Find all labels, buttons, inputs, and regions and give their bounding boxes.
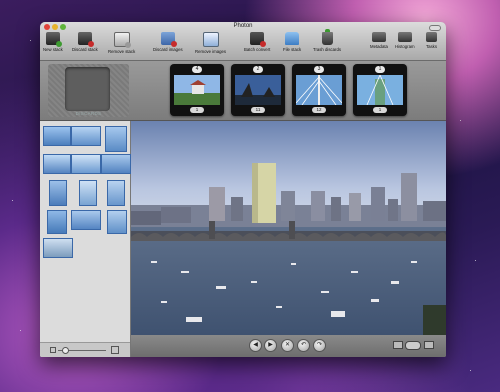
new-stack-button[interactable]: New stack: [43, 32, 63, 58]
file-stack-icon: [285, 32, 300, 45]
image-thumbnail[interactable]: [107, 210, 127, 234]
discard-image-button[interactable]: ✕: [281, 339, 294, 352]
stack-filmstrip: DISCARDS 4 1 2 11 3 12 1 1: [40, 61, 446, 121]
batch-convert-button[interactable]: Batch convert: [244, 32, 270, 58]
image-thumbnail[interactable]: [71, 126, 101, 146]
image-thumbnail[interactable]: [49, 180, 67, 206]
stack-number: 3: [314, 66, 324, 73]
metadata-icon: [371, 32, 386, 42]
rotate-right-button[interactable]: ↷: [313, 339, 326, 352]
trash-discards-button[interactable]: Trash discards: [313, 29, 341, 58]
photon-window: Photon New stack Discard stack Remove st…: [40, 22, 446, 357]
rotate-left-button[interactable]: ↶: [297, 339, 310, 352]
stack-number: 1: [375, 66, 385, 73]
stack-thumbnail: [296, 75, 342, 105]
image-thumbnail[interactable]: [71, 154, 101, 174]
remove-stack-button[interactable]: Remove stack: [108, 32, 135, 58]
stack-card[interactable]: 4 1: [170, 64, 224, 116]
discards-label: DISCARDS: [75, 111, 102, 116]
stack-count: 12: [312, 107, 326, 113]
discards-drop-area[interactable]: DISCARDS: [48, 64, 129, 117]
next-image-button[interactable]: ▶: [264, 339, 277, 352]
remove-images-icon: [202, 32, 219, 47]
discards-well: [65, 67, 110, 111]
image-thumbnail[interactable]: [79, 180, 97, 206]
stack-thumbnail: [174, 75, 220, 105]
slider-knob[interactable]: [62, 347, 69, 354]
batch-convert-icon: [250, 32, 267, 47]
file-stack-button[interactable]: File stack: [283, 32, 301, 58]
image-thumbnail[interactable]: [101, 154, 131, 174]
image-thumbnail[interactable]: [43, 154, 71, 174]
preview-image: [131, 121, 446, 335]
image-thumbnail[interactable]: [47, 210, 67, 234]
discard-stack-icon: [77, 32, 94, 47]
toolbar-toggle-button[interactable]: [429, 25, 441, 31]
discard-stack-button[interactable]: Discard stack: [72, 32, 98, 58]
thumbnail-size-slider[interactable]: [40, 342, 130, 357]
stack-count: 1: [373, 107, 387, 113]
tasks-button[interactable]: Tasks: [426, 32, 437, 58]
histogram-button[interactable]: Histogram: [395, 32, 415, 58]
new-stack-icon: [45, 32, 62, 47]
tasks-icon: [426, 32, 437, 42]
remove-stack-icon: [113, 32, 131, 48]
single-view-icon[interactable]: [393, 341, 403, 349]
image-thumbnail[interactable]: [43, 238, 73, 258]
stack-thumbnail: [357, 75, 403, 105]
stack-count: 1: [190, 107, 204, 113]
image-thumbnail[interactable]: [107, 180, 125, 206]
stack-thumbnail-sidebar: [40, 121, 131, 357]
viewer-controls: ◀ ▶ ✕ ↶ ↷: [131, 335, 446, 357]
toolbar: Photon New stack Discard stack Remove st…: [40, 22, 446, 61]
image-thumbnail[interactable]: [105, 126, 127, 152]
previous-image-button[interactable]: ◀: [249, 339, 262, 352]
discard-images-button[interactable]: Discard images: [153, 32, 183, 58]
grid-view-icon[interactable]: [424, 341, 434, 349]
trash-icon: [321, 29, 333, 45]
image-viewer[interactable]: [131, 121, 446, 335]
view-toggle[interactable]: [405, 341, 421, 350]
image-thumbnail[interactable]: [43, 126, 71, 146]
discard-images-icon: [160, 32, 177, 47]
metadata-button[interactable]: Metadata: [370, 32, 388, 58]
window-title: Photon: [233, 23, 253, 29]
small-thumbnails-icon: [50, 347, 56, 353]
stack-number: 2: [253, 66, 263, 73]
stack-card[interactable]: 3 12: [292, 64, 346, 116]
remove-images-button[interactable]: Remove images: [195, 32, 226, 58]
stack-card[interactable]: 2 11: [231, 64, 285, 116]
stack-card[interactable]: 1 1: [353, 64, 407, 116]
image-thumbnail[interactable]: [71, 210, 101, 230]
histogram-icon: [397, 32, 412, 42]
stack-thumbnail: [235, 75, 281, 105]
stack-count: 11: [251, 107, 265, 113]
large-thumbnails-icon: [111, 346, 119, 354]
stack-number: 4: [192, 66, 202, 73]
